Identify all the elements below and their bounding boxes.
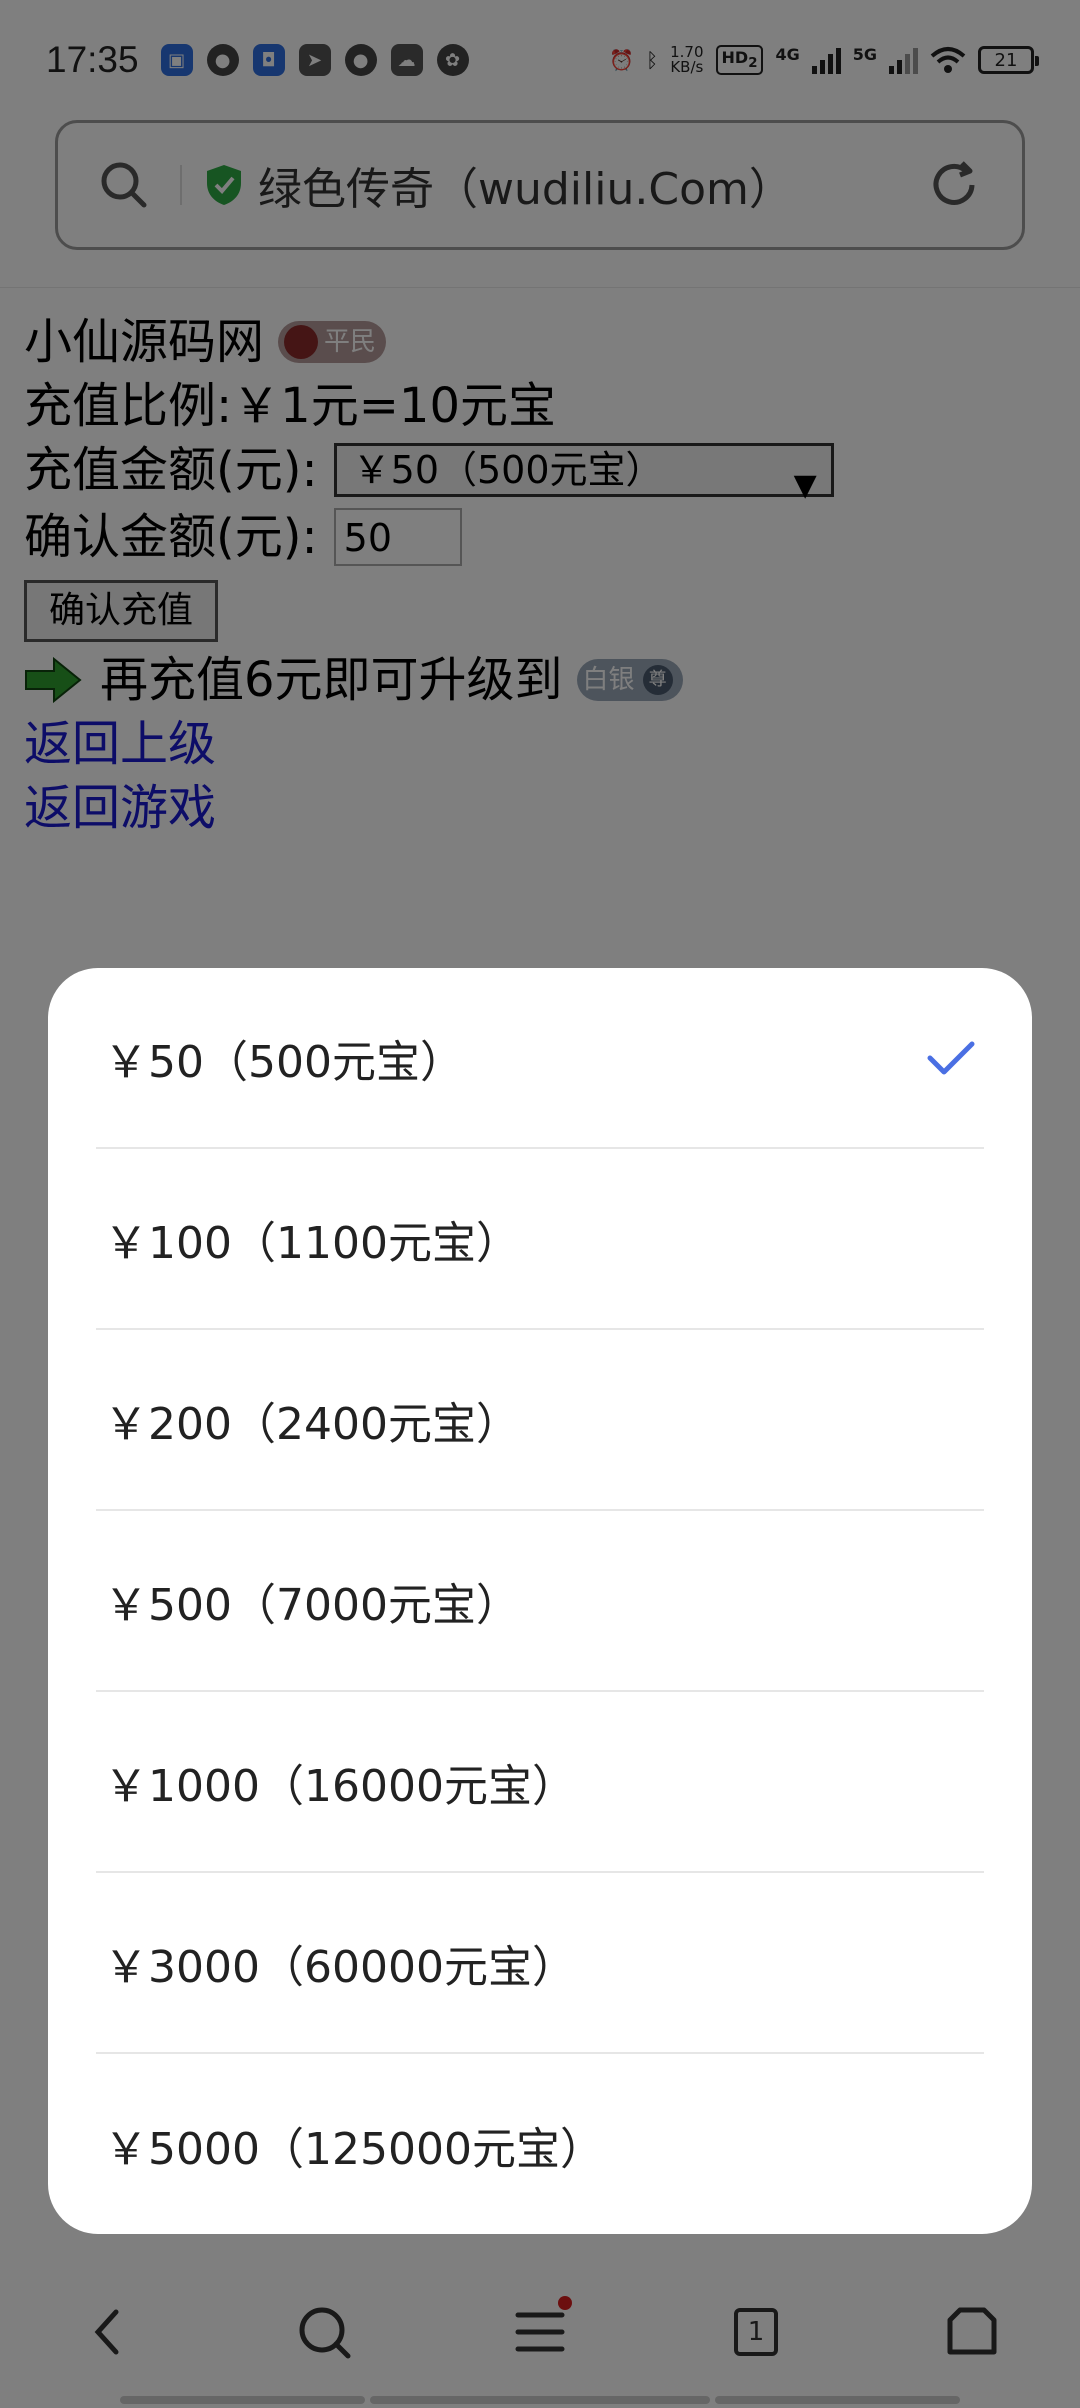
picker-option-label: ￥100（1100元宝） (104, 1217, 520, 1269)
picker-option-label: ￥50（500元宝） (104, 1036, 464, 1088)
picker-option-label: ￥200（2400元宝） (104, 1398, 520, 1450)
picker-option-label: ￥3000（60000元宝） (104, 1941, 576, 1993)
picker-option-label: ￥500（7000元宝） (104, 1579, 520, 1631)
picker-option[interactable]: ￥5000（125000元宝） (96, 2054, 984, 2235)
amount-picker-sheet: ￥50（500元宝） ￥100（1100元宝） ￥200（2400元宝） ￥50… (48, 968, 1032, 2234)
picker-option-label: ￥5000（125000元宝） (104, 2123, 604, 2175)
picker-option[interactable]: ￥50（500元宝） (96, 968, 984, 1149)
check-icon (927, 1041, 975, 1074)
picker-option[interactable]: ￥3000（60000元宝） (96, 1873, 984, 2054)
picker-option[interactable]: ￥500（7000元宝） (96, 1511, 984, 1692)
picker-option[interactable]: ￥1000（16000元宝） (96, 1692, 984, 1873)
picker-option[interactable]: ￥100（1100元宝） (96, 1149, 984, 1330)
picker-option[interactable]: ￥200（2400元宝） (96, 1330, 984, 1511)
picker-option-label: ￥1000（16000元宝） (104, 1760, 576, 1812)
